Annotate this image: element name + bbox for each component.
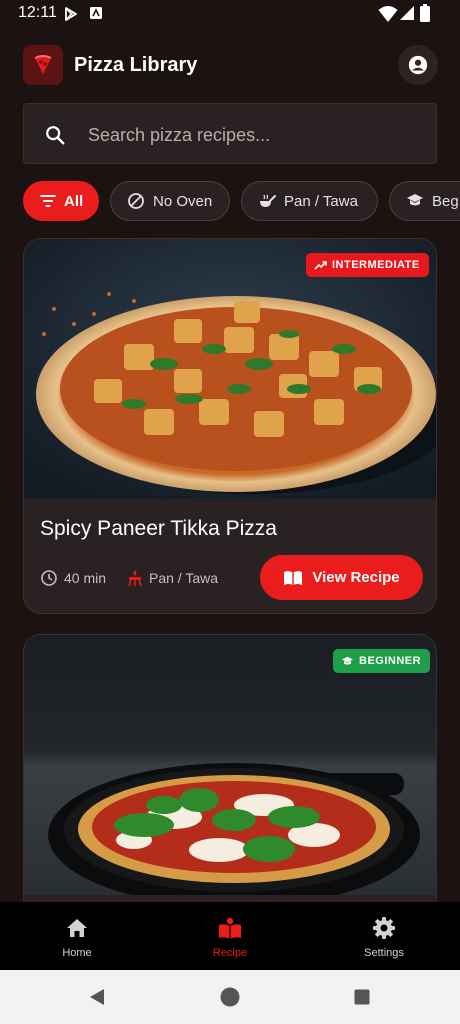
difficulty-label: BEGINNER [359, 655, 422, 667]
account-circle-icon [408, 55, 428, 75]
difficulty-badge: INTERMEDIATE [306, 253, 429, 277]
status-bar: 12:11 [0, 0, 460, 30]
cook-method: Pan / Tawa [127, 569, 218, 587]
signal-icon [400, 6, 414, 20]
nav-label: Home [62, 947, 92, 959]
system-navigation-bar [0, 970, 460, 1024]
cook-time: 40 min [40, 569, 106, 587]
chip-label: No Oven [153, 192, 213, 210]
app-title: Pizza Library [74, 54, 198, 76]
recipe-title: Spicy Paneer Tikka Pizza [40, 517, 277, 540]
chip-no-oven[interactable]: No Oven [110, 181, 230, 221]
block-icon [128, 193, 144, 209]
filter-icon [40, 195, 56, 207]
search-bar[interactable] [23, 103, 437, 164]
status-time: 12:11 [18, 4, 57, 21]
school-icon [342, 656, 353, 665]
home-circle-icon[interactable] [220, 987, 240, 1007]
home-icon [67, 919, 87, 937]
battery-icon [420, 4, 430, 22]
nav-recipe[interactable]: Recipe [170, 902, 290, 970]
recipe-card[interactable]: INTERMEDIATE Spicy Paneer Tikka Pizza 40… [23, 238, 437, 614]
bottom-navigation: Home Recipe Settings [0, 902, 460, 970]
gear-icon [373, 917, 395, 939]
account-button[interactable] [398, 45, 438, 85]
app-bar: Pizza Library [0, 40, 460, 92]
notification-icon [90, 7, 102, 19]
difficulty-badge: BEGINNER [333, 649, 431, 673]
chip-pan-tawa[interactable]: Pan / Tawa [241, 181, 378, 221]
difficulty-label: INTERMEDIATE [332, 259, 420, 271]
search-input[interactable] [86, 118, 420, 152]
nav-label: Settings [364, 947, 404, 959]
chip-all[interactable]: All [23, 181, 99, 221]
pan-icon [260, 194, 276, 207]
cook-method-value: Pan / Tawa [149, 570, 219, 586]
back-icon[interactable] [88, 988, 106, 1006]
school-icon [407, 194, 423, 206]
recipe-card[interactable]: BEGINNER [23, 634, 437, 934]
chip-label: All [64, 192, 84, 210]
stove-icon [128, 570, 142, 587]
cook-time-value: 40 min [64, 570, 107, 586]
view-recipe-label: View Recipe [312, 569, 400, 586]
recents-icon[interactable] [354, 989, 370, 1005]
nav-label: Recipe [212, 947, 248, 959]
filter-chips: All No Oven Pan / Tawa Beg [23, 181, 460, 223]
trending-up-icon [314, 260, 327, 270]
pizza-logo-icon [23, 45, 63, 85]
chip-label: Pan / Tawa [284, 192, 358, 210]
clock-icon [41, 570, 57, 586]
nav-home[interactable]: Home [17, 902, 137, 970]
view-recipe-button[interactable]: View Recipe [260, 555, 423, 600]
nav-settings[interactable]: Settings [324, 902, 444, 970]
menu-book-icon [284, 570, 303, 585]
recipe-image-margherita-pizza [24, 635, 436, 895]
recipe-image-paneer-pizza [24, 239, 436, 499]
chip-label: Beg [432, 192, 459, 210]
recipe-book-icon [219, 917, 241, 939]
play-store-icon [65, 7, 77, 21]
wifi-icon [378, 6, 398, 22]
chip-beginner[interactable]: Beg [389, 181, 460, 221]
search-icon [46, 126, 65, 145]
